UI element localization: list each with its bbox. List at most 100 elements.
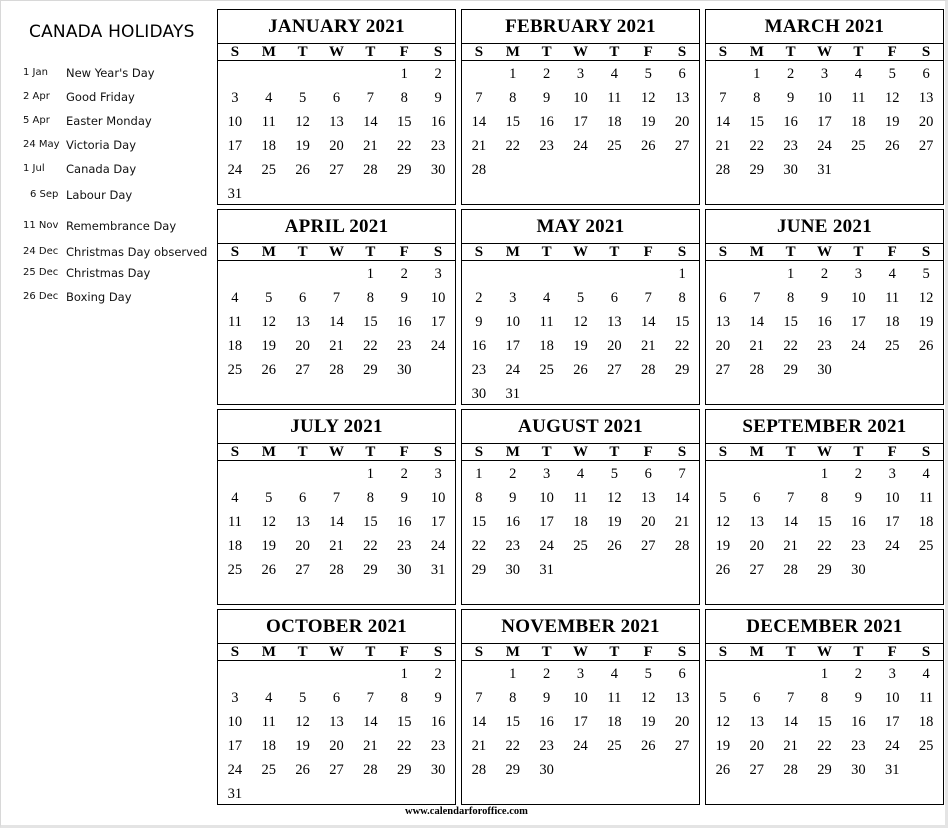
date-cell: 22 [396, 738, 412, 754]
date-cell: 25 [539, 362, 554, 378]
weekday-label: M [749, 244, 764, 260]
date-cell: 27 [674, 738, 690, 754]
date-cell: 13 [674, 90, 690, 106]
date-cell: 24 [430, 538, 446, 554]
date-cell: 25 [607, 138, 622, 154]
date-cell: 20 [295, 338, 310, 354]
date-cell: 2 [543, 66, 551, 82]
date-cell: 25 [918, 538, 934, 554]
date-cell: 21 [749, 338, 765, 354]
date-cell: 3 [231, 690, 239, 706]
date-cell: 9 [400, 290, 408, 306]
weekday-header: SMTWTFS [218, 43, 455, 61]
date-cell: 19 [573, 338, 588, 354]
date-cell: 15 [817, 514, 832, 530]
weekday-label: T [853, 444, 864, 460]
date-cell: 31 [884, 762, 900, 778]
weekday-label: T [609, 44, 620, 60]
weekday-label: S [677, 644, 687, 660]
date-cell: 24 [430, 338, 446, 354]
date-cell: 27 [640, 538, 656, 554]
weekday-label: F [399, 244, 409, 260]
date-cell: 17 [430, 314, 446, 330]
month-title: NOVEMBER 2021 [462, 610, 699, 644]
date-cell: 13 [329, 714, 344, 730]
month-calendar: MARCH 2021 S M T W T F S 1 2 3 4 5 6 7 8 9 10 11 12 13 14 15 16… [705, 9, 944, 205]
date-cell: 11 [919, 690, 934, 706]
date-cell: 24 [505, 362, 521, 378]
date-cell: 2 [400, 466, 408, 482]
date-cell: 14 [363, 114, 378, 130]
date-cell: 18 [607, 114, 622, 130]
date-cell: 22 [505, 738, 521, 754]
date-cell: 1 [787, 266, 795, 282]
date-cell: 14 [329, 314, 344, 330]
date-cell: 15 [505, 114, 521, 130]
date-cell: 21 [363, 138, 378, 154]
date-cell: 27 [674, 138, 690, 154]
weekday-header: SMTWTFS [706, 643, 943, 661]
date-cell: 31 [430, 562, 446, 578]
empty-cell [286, 62, 320, 86]
date-cell: 11 [607, 90, 622, 106]
date-cell: 20 [640, 514, 656, 530]
date-cell: 28 [363, 162, 378, 178]
date-cell: 28 [329, 562, 344, 578]
date-cell: 19 [607, 514, 622, 530]
date-cell: 30 [396, 562, 412, 578]
date-cell: 7 [787, 490, 795, 506]
month-title: MARCH 2021 [706, 10, 943, 44]
date-cell: 16 [430, 714, 446, 730]
date-cell: 2 [509, 466, 517, 482]
date-cell: 10 [227, 714, 243, 730]
empty-cell [706, 262, 740, 286]
date-cell: 4 [576, 466, 585, 482]
footer-url: www.calendarforoffice.com [405, 806, 528, 817]
date-cell: 16 [817, 314, 832, 330]
date-cell: 26 [715, 762, 731, 778]
date-cell: 24 [884, 538, 900, 554]
date-cell: 13 [918, 90, 934, 106]
date-cell: 18 [261, 138, 277, 154]
date-cell: 10 [505, 314, 521, 330]
empty-cell [320, 262, 354, 286]
date-grid: 1 2 3 4 5 6 7 8 9 10 11 12 13 14 15 16 17 18 19 20 21 22 23 24 2… [218, 262, 455, 382]
month-title: JUNE 2021 [706, 210, 943, 244]
weekday-label: F [399, 444, 409, 460]
date-cell: 13 [640, 490, 656, 506]
date-cell: 17 [573, 714, 588, 730]
date-cell: 30 [851, 762, 866, 778]
month-title: AUGUST 2021 [462, 410, 699, 444]
date-cell: 14 [783, 714, 798, 730]
date-cell: 27 [749, 562, 765, 578]
date-cell: 1 [509, 66, 517, 82]
empty-cell [774, 462, 808, 486]
weekday-label: T [785, 44, 796, 60]
date-cell: 31 [539, 562, 554, 578]
date-cell: 5 [719, 490, 727, 506]
month-title: FEBRUARY 2021 [462, 10, 699, 44]
month-title: DECEMBER 2021 [706, 610, 943, 644]
date-cell: 22 [505, 138, 521, 154]
date-cell: 23 [817, 338, 832, 354]
date-cell: 3 [543, 466, 551, 482]
date-cell: 18 [607, 714, 622, 730]
weekday-header: SMTWTFS [706, 43, 943, 61]
date-grid: 1 2 3 4 5 6 7 8 9 10 11 12 13 14 15 16 17 18 19 20 21 22 23 24 2… [706, 262, 943, 382]
weekday-label: M [505, 44, 520, 60]
date-cell: 20 [295, 538, 310, 554]
empty-cell [218, 262, 252, 286]
date-grid: 1 2 3 4 5 6 7 8 9 10 11 12 13 14 15 16 17 18 19 20 21 22 23 24 2… [462, 62, 699, 182]
date-cell: 16 [505, 514, 521, 530]
date-cell: 29 [505, 762, 521, 778]
date-cell: 1 [475, 466, 483, 482]
date-cell: 2 [854, 666, 862, 682]
weekday-label: F [887, 644, 897, 660]
date-cell: 7 [753, 290, 761, 306]
date-cell: 3 [576, 66, 585, 82]
date-cell: 12 [295, 714, 310, 730]
weekday-label: F [643, 644, 653, 660]
date-cell: 7 [719, 90, 727, 106]
date-cell: 9 [400, 490, 408, 506]
date-cell: 11 [573, 490, 588, 506]
